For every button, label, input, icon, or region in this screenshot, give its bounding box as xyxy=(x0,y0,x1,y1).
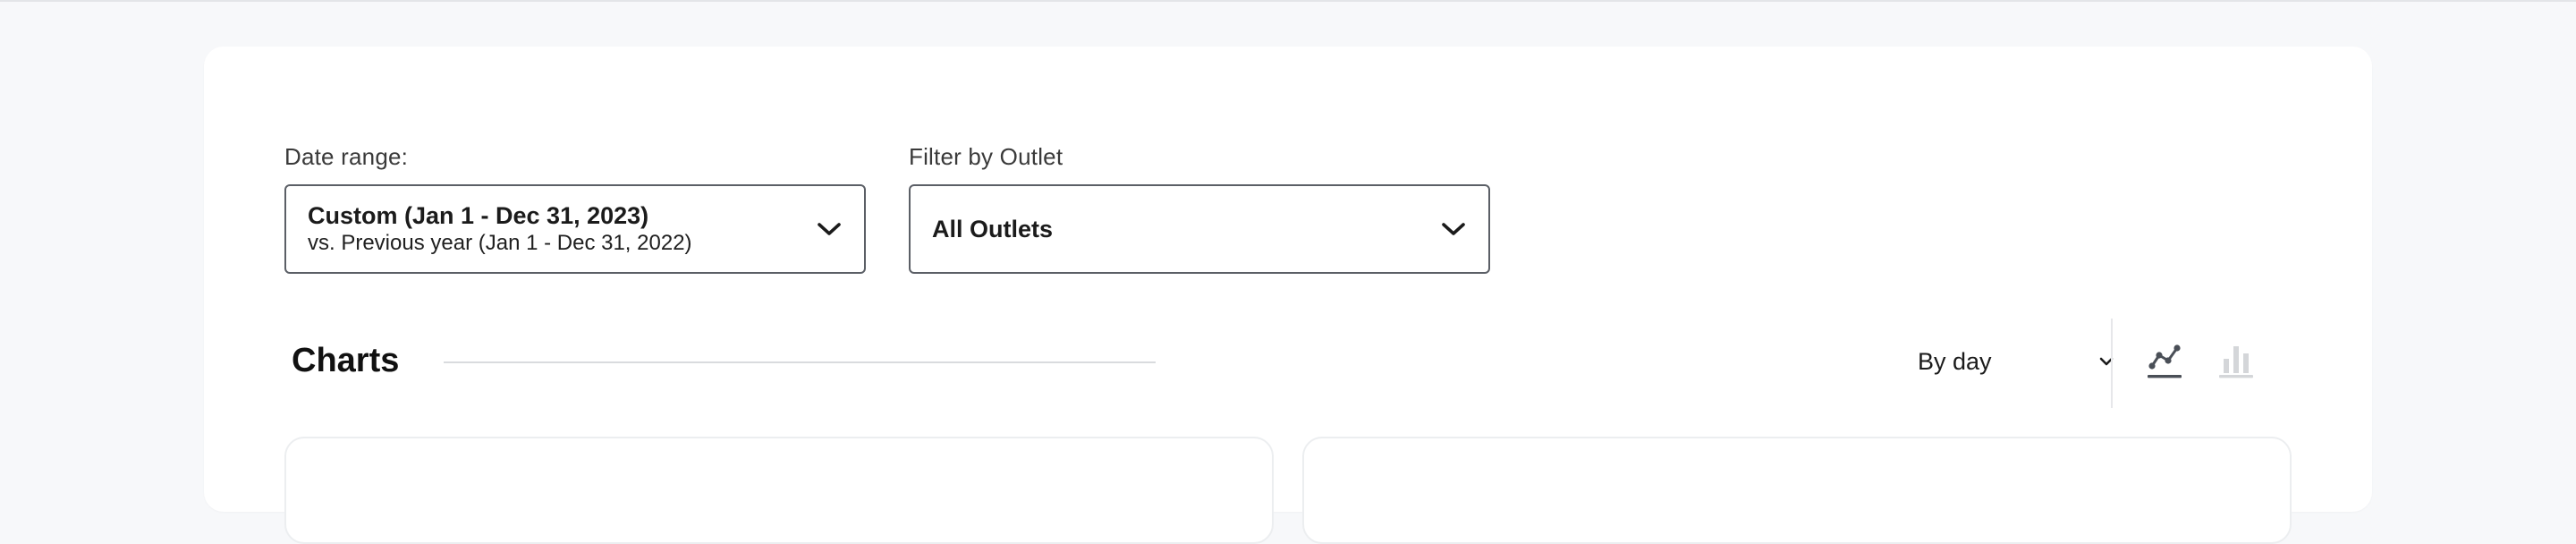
granularity-value: By day xyxy=(1918,347,1992,375)
date-range-select[interactable]: Custom (Jan 1 - Dec 31, 2023) vs. Previo… xyxy=(284,184,866,274)
chevron-down-icon xyxy=(818,223,841,235)
date-range-comparison: vs. Previous year (Jan 1 - Dec 31, 2022) xyxy=(308,231,692,255)
chart-card xyxy=(1302,437,2292,544)
date-range-label: Date range: xyxy=(284,143,409,170)
date-range-value: Custom (Jan 1 - Dec 31, 2023) vs. Previo… xyxy=(308,201,816,257)
top-divider xyxy=(0,0,2576,2)
chart-card xyxy=(284,437,1274,544)
line-chart-view-button[interactable] xyxy=(2141,338,2188,385)
outlet-label: Filter by Outlet xyxy=(909,143,1063,170)
outlet-value: All Outlets xyxy=(932,216,1054,242)
charts-heading: Charts xyxy=(292,342,400,379)
outlet-filter: Filter by Outlet All Outlets xyxy=(909,143,1490,274)
chevron-down-icon xyxy=(1442,223,1465,235)
toolbar-divider xyxy=(2111,319,2113,408)
line-chart-icon xyxy=(2148,344,2182,378)
charts-heading-rule xyxy=(444,361,1156,363)
outlet-select[interactable]: All Outlets xyxy=(909,184,1490,274)
date-range-filter: Date range: Custom (Jan 1 - Dec 31, 2023… xyxy=(284,143,866,274)
bar-chart-view-button[interactable] xyxy=(2213,338,2259,385)
report-card: Date range: Custom (Jan 1 - Dec 31, 2023… xyxy=(204,47,2372,544)
date-range-primary: Custom (Jan 1 - Dec 31, 2023) xyxy=(308,202,649,229)
bar-chart-icon xyxy=(2219,346,2253,378)
outlet-value-wrap: All Outlets xyxy=(932,215,1440,243)
granularity-select[interactable]: By day xyxy=(1918,335,2114,388)
